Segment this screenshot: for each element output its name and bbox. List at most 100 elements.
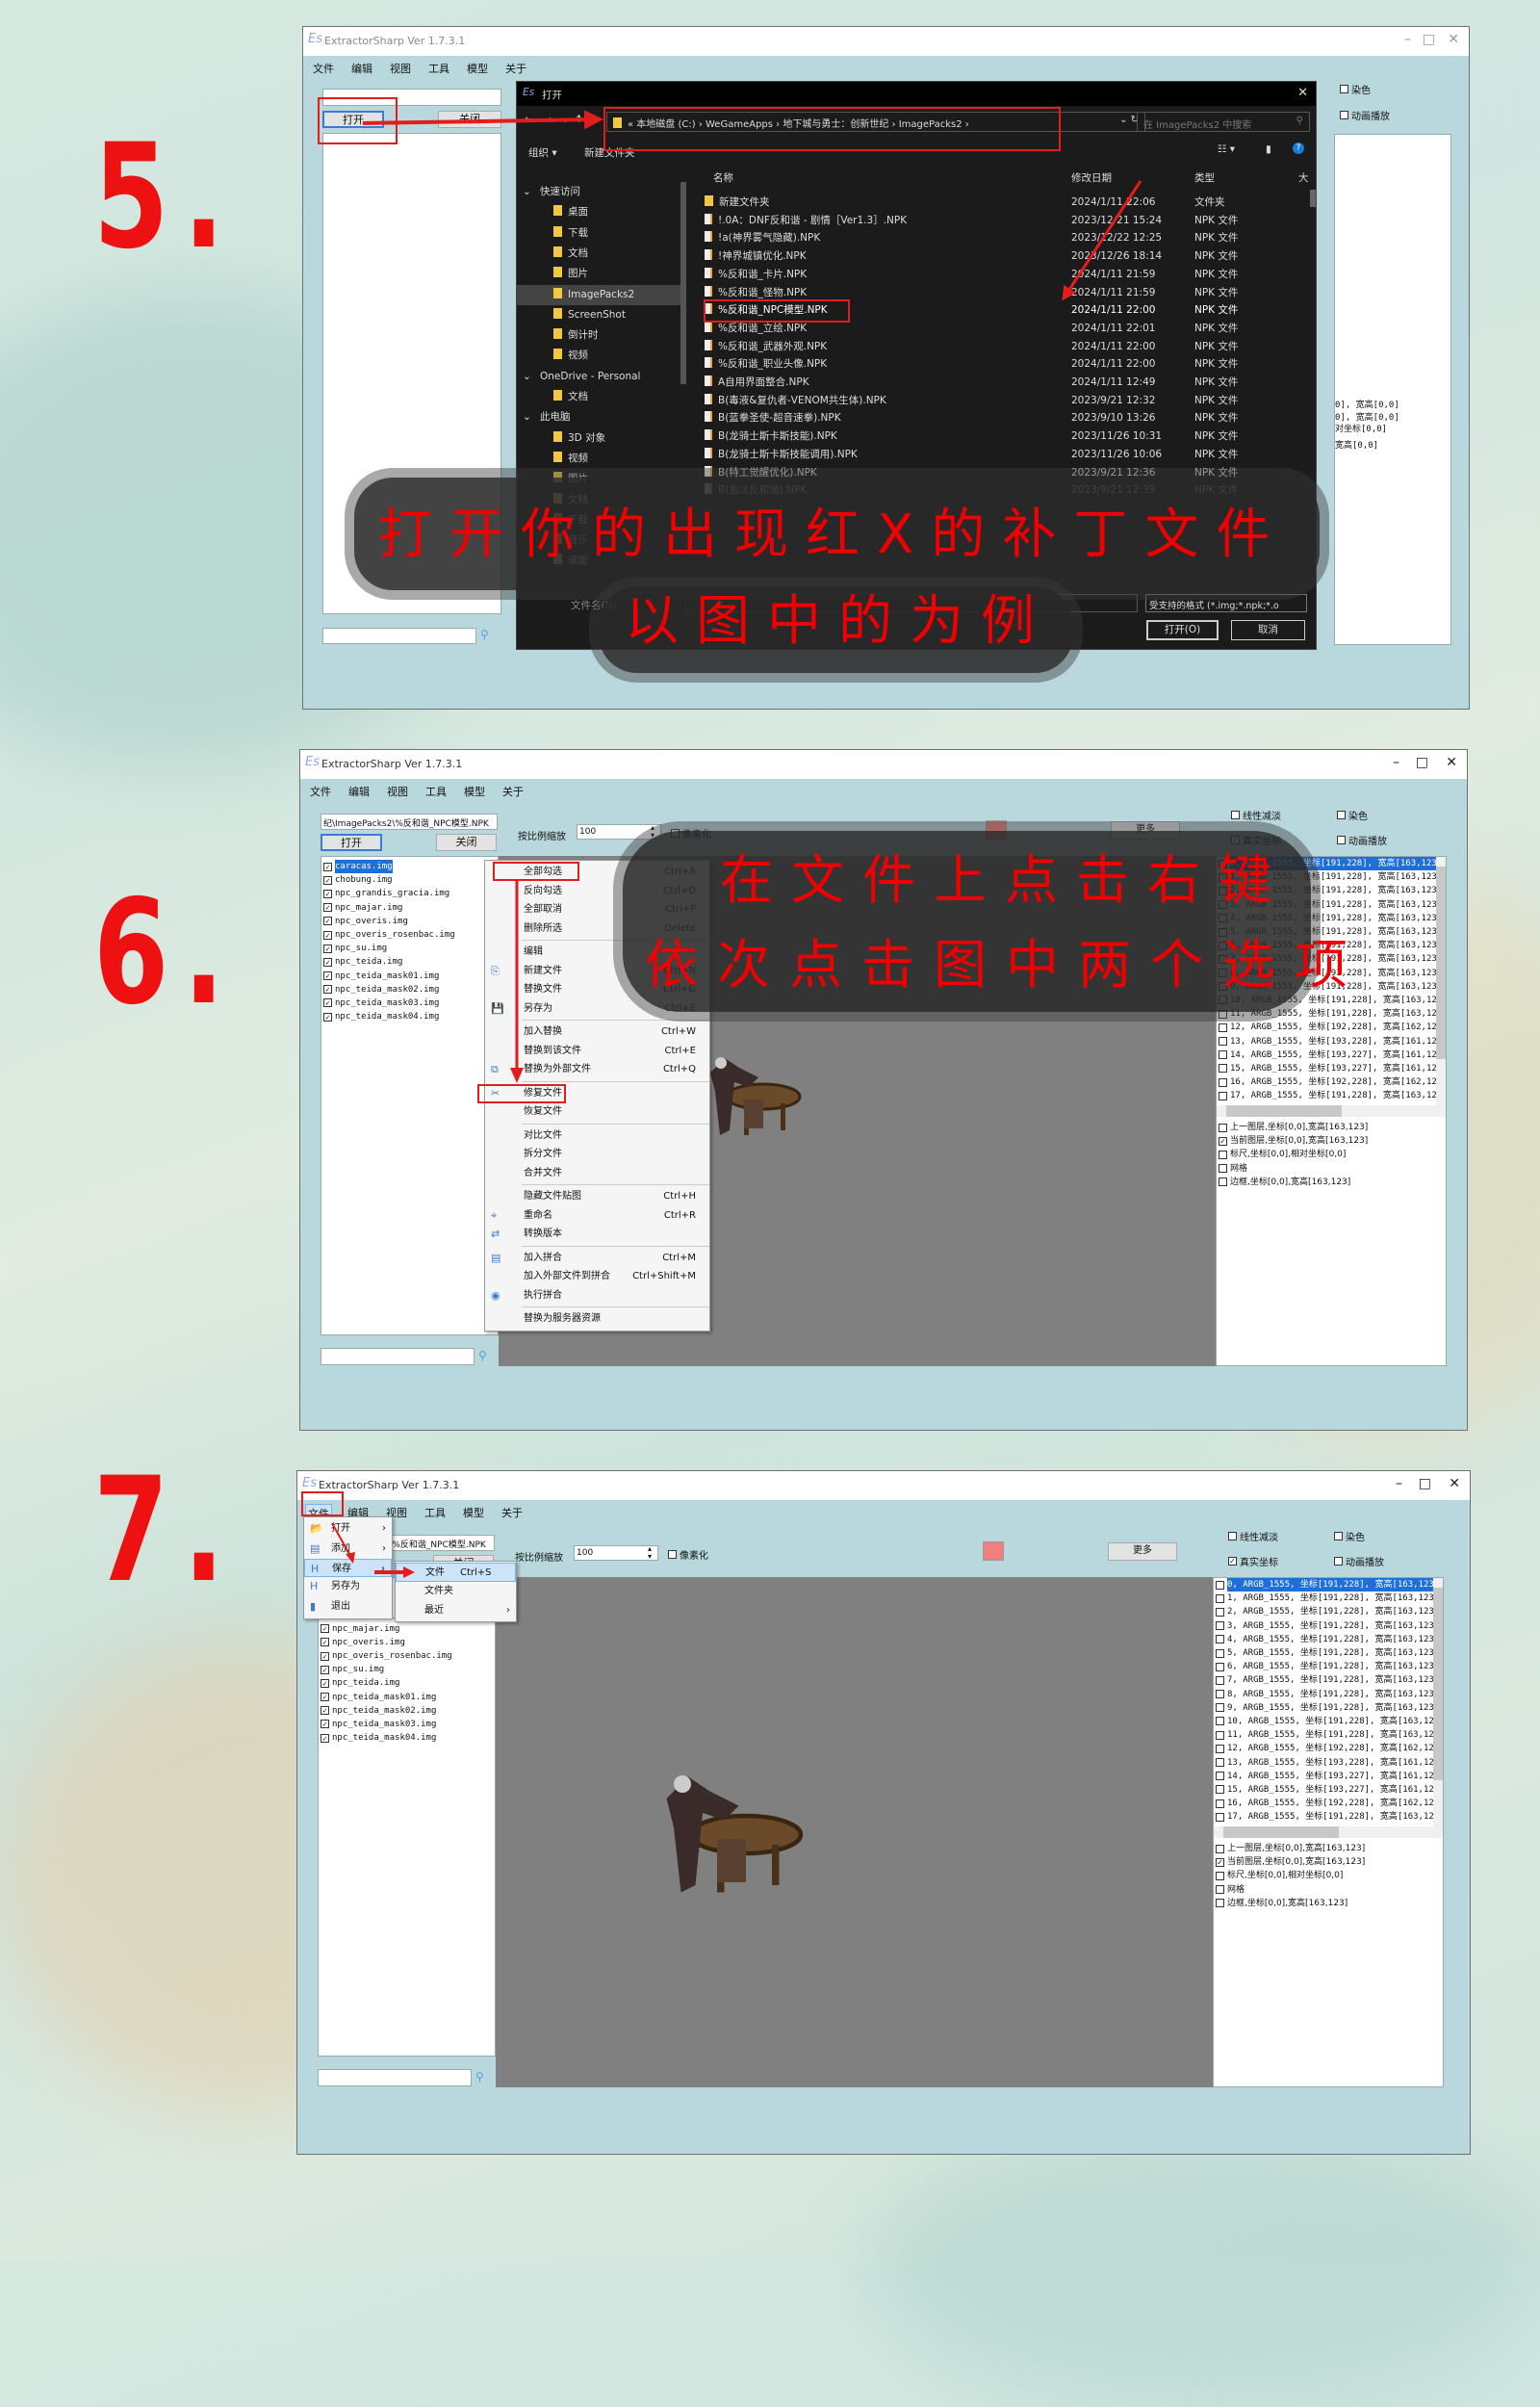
context-menu-item[interactable]: ⇄ 转换版本 <box>485 1225 709 1244</box>
checkbox[interactable]: ✓ <box>321 1638 329 1647</box>
linear-dodge-checkbox[interactable]: 线性减淡 <box>1229 808 1281 822</box>
image-canvas[interactable] <box>496 1577 1214 2087</box>
checkbox[interactable] <box>1216 1758 1224 1768</box>
checkbox[interactable] <box>1219 1050 1227 1060</box>
layer-item[interactable]: 网格 <box>1214 1883 1443 1897</box>
checkbox[interactable]: ✓ <box>321 1624 329 1634</box>
layer-list[interactable]: 上一图层,坐标[0,0],宽高[163,123] ✓ 当前图层,坐标[0,0],宽高… <box>1214 1842 1443 1910</box>
context-menu-item[interactable]: 合并文件 <box>485 1164 709 1183</box>
frame-item[interactable]: 14, ARGB_1555, 坐标[193,227], 宽高[161,12 <box>1217 1048 1436 1062</box>
context-menu-item[interactable]: 隐藏文件贴图 Ctrl+H <box>485 1187 709 1206</box>
frame-item[interactable]: 16, ARGB_1555, 坐标[192,228], 宽高[162,12 <box>1217 1075 1436 1089</box>
frame-item[interactable]: 6, ARGB_1555, 坐标[191,228], 宽高[163,123] <box>1214 1660 1433 1673</box>
checkbox[interactable]: ✓ <box>323 862 332 871</box>
checkbox[interactable] <box>1216 1621 1224 1631</box>
layer-item[interactable]: 标尺,坐标[0,0],相对坐标[0,0] <box>1214 1869 1443 1882</box>
img-file-item[interactable]: ✓caracas.img <box>321 860 498 874</box>
checkbox[interactable] <box>1216 1785 1224 1795</box>
context-menu-item[interactable]: ▤ 加入拼合 Ctrl+M <box>485 1249 709 1268</box>
checkbox[interactable] <box>1219 1164 1227 1174</box>
img-file-item[interactable]: ✓ npc_teida_mask04.img <box>319 1731 495 1745</box>
checkbox[interactable] <box>1219 1077 1227 1087</box>
context-menu-item[interactable]: 替换为服务器资源 <box>485 1309 709 1329</box>
file-menu-item[interactable]: ▮ 退出 <box>304 1597 392 1618</box>
img-file-item[interactable]: ✓ npc_teida_mask03.img <box>319 1718 495 1731</box>
checkbox[interactable]: ✓ <box>1219 1136 1227 1146</box>
menu-about[interactable]: 关于 <box>500 1504 525 1523</box>
menu-tools[interactable]: 工具 <box>423 1504 448 1523</box>
checkbox[interactable]: ✓ <box>321 1665 329 1674</box>
img-file-item[interactable]: ✓ npc_overis.img <box>319 1636 495 1649</box>
frame-list-vscrollbar[interactable] <box>1436 857 1446 1117</box>
img-file-item[interactable]: ✓ npc_teida_mask02.img <box>319 1704 495 1718</box>
checkbox[interactable] <box>1219 1123 1227 1132</box>
close-window-button[interactable]: ✕ <box>1449 1476 1460 1491</box>
layer-item[interactable]: ✓ 当前图层,坐标[0,0],宽高[163,123] <box>1214 1855 1443 1869</box>
frame-item[interactable]: 10, ARGB_1555, 坐标[191,228], 宽高[163,12 <box>1214 1715 1433 1728</box>
menu-edit[interactable]: 编辑 <box>346 783 372 800</box>
scale-input[interactable]: 100 <box>574 1545 658 1561</box>
checkbox[interactable] <box>1219 1150 1227 1159</box>
img-file-list[interactable]: ✓caracas.img✓chobung.img✓npc_grandis_gra… <box>318 1577 496 2057</box>
checkbox[interactable] <box>1216 1799 1224 1808</box>
checkbox[interactable] <box>1216 1593 1224 1603</box>
checkbox[interactable] <box>1216 1812 1224 1822</box>
frame-item[interactable]: 12, ARGB_1555, 坐标[192,228], 宽高[162,12 <box>1217 1021 1436 1034</box>
maximize-button[interactable]: □ <box>1419 1476 1431 1491</box>
frame-list-vscrollbar[interactable] <box>1433 1578 1443 1838</box>
checkbox[interactable] <box>1216 1703 1224 1713</box>
checkbox[interactable] <box>1219 1178 1227 1187</box>
frame-item[interactable]: 1, ARGB_1555, 坐标[191,228], 宽高[163,123] <box>1214 1592 1433 1605</box>
close-window-button[interactable]: ✕ <box>1446 755 1457 770</box>
frame-item[interactable]: 7, ARGB_1555, 坐标[191,228], 宽高[163,123] <box>1214 1673 1433 1687</box>
frame-item[interactable]: 17, ARGB_1555, 坐标[191,228], 宽高[163,12 <box>1214 1810 1433 1824</box>
context-menu-item[interactable]: 拆分文件 <box>485 1145 709 1164</box>
checkbox[interactable]: ✓ <box>321 1651 329 1661</box>
path-input[interactable]: 纪\ImagePacks2\%反和谐_NPC模型.NPK <box>321 814 498 830</box>
layer-item[interactable]: 上一图层,坐标[0,0],宽高[163,123] <box>1217 1121 1446 1134</box>
checkbox[interactable] <box>1216 1690 1224 1699</box>
checkbox[interactable] <box>1216 1899 1224 1908</box>
search-input[interactable] <box>318 2069 472 2086</box>
frame-item[interactable]: 9, ARGB_1555, 坐标[191,228], 宽高[163,123] <box>1214 1701 1433 1715</box>
context-menu-item[interactable]: 加入外部文件到拼合 Ctrl+Shift+M <box>485 1267 709 1286</box>
animate-checkbox[interactable]: 动画播放 <box>1332 1554 1384 1568</box>
frame-item[interactable]: 8, ARGB_1555, 坐标[191,228], 宽高[163,123] <box>1214 1688 1433 1701</box>
checkbox[interactable] <box>1219 1091 1227 1100</box>
checkbox[interactable]: ✓ <box>321 1678 329 1688</box>
checkbox[interactable]: ✓ <box>321 1706 329 1716</box>
checkbox[interactable]: ✓ <box>321 1733 329 1743</box>
img-file-item[interactable]: ✓ npc_teida_mask02.img <box>321 983 498 996</box>
frame-item[interactable]: 15, ARGB_1555, 坐标[193,227], 宽高[161,12 <box>1214 1783 1433 1797</box>
frame-item[interactable]: 11, ARGB_1555, 坐标[191,228], 宽高[163,12 <box>1214 1728 1433 1742</box>
linear-dodge-checkbox[interactable]: 线性减淡 <box>1226 1529 1278 1543</box>
close-file-button[interactable]: 关闭 <box>436 834 497 851</box>
img-file-item[interactable]: ✓ npc_teida_mask01.img <box>321 970 498 983</box>
frame-item[interactable]: 3, ARGB_1555, 坐标[191,228], 宽高[163,123] <box>1214 1619 1433 1633</box>
img-file-item[interactable]: ✓ npc_teida_mask03.img <box>321 996 498 1010</box>
context-menu-item[interactable]: ◉ 执行拼合 <box>485 1286 709 1306</box>
frame-list-hscrollbar[interactable] <box>1214 1826 1433 1838</box>
context-menu-item[interactable]: 对比文件 <box>485 1126 709 1146</box>
real-coords-checkbox[interactable]: ✓真实坐标 <box>1226 1554 1278 1568</box>
img-file-item[interactable]: ✓npc_grandis_gracia.img <box>321 887 498 900</box>
scale-input[interactable]: 100 <box>577 824 661 840</box>
checkbox[interactable] <box>1216 1717 1224 1726</box>
pixelate-checkbox[interactable]: 像素化 <box>666 1547 708 1562</box>
img-file-item[interactable]: ✓ npc_teida_mask01.img <box>319 1691 495 1704</box>
menu-about[interactable]: 关于 <box>500 783 526 800</box>
checkbox[interactable]: ✓ <box>1216 1857 1224 1867</box>
img-file-item[interactable]: ✓ npc_overis_rosenbac.img <box>321 928 498 942</box>
checkbox[interactable] <box>1216 1648 1224 1658</box>
img-file-item[interactable]: ✓ npc_teida.img <box>321 955 498 969</box>
animate-checkbox[interactable]: 动画播放 <box>1335 833 1387 847</box>
frame-list[interactable]: 0, ARGB_1555, 坐标[191,228], 宽高[163,123] 1,… <box>1214 1578 1433 1826</box>
scale-stepper[interactable]: ▴ ▾ <box>648 1545 652 1561</box>
checkbox[interactable] <box>1216 1675 1224 1685</box>
search-icon[interactable]: ⚲ <box>475 2070 484 2083</box>
layer-item[interactable]: 边框,坐标[0,0],宽高[163,123] <box>1217 1176 1446 1189</box>
menu-model[interactable]: 模型 <box>462 783 487 800</box>
frame-list-hscrollbar[interactable] <box>1217 1105 1436 1117</box>
checkbox[interactable]: ✓ <box>323 998 332 1008</box>
layer-item[interactable]: 上一图层,坐标[0,0],宽高[163,123] <box>1214 1842 1443 1855</box>
